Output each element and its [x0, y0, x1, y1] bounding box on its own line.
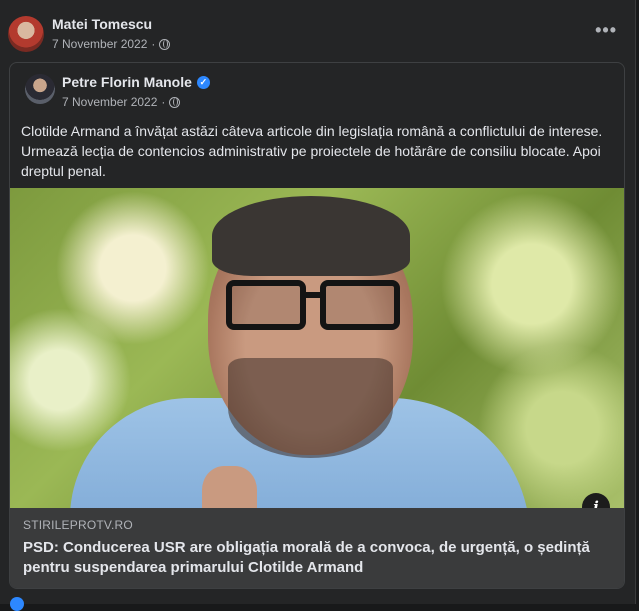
link-headline[interactable]: PSD: Conducerea USR are obligația morală…: [23, 538, 613, 578]
verified-badge-icon: ✓: [196, 75, 210, 89]
more-options-icon[interactable]: •••: [595, 20, 617, 41]
avatar[interactable]: [8, 16, 44, 52]
globe-icon: [159, 38, 171, 50]
shared-date[interactable]: 7 November 2022: [62, 95, 157, 109]
link-preview[interactable]: STIRILEPROTV.RO PSD: Conducerea USR are …: [10, 508, 624, 588]
shared-author: Petre Florin Manole ✓: [62, 74, 210, 90]
feed-post: Matei Tomescu 7 November 2022 · ••• Petr…: [0, 0, 636, 611]
link-preview-image[interactable]: i: [10, 188, 624, 508]
shared-author-avatar[interactable]: [25, 74, 55, 104]
info-icon[interactable]: i: [582, 493, 610, 508]
shared-meta: 7 November 2022 ·: [62, 95, 181, 109]
shared-author-name[interactable]: Petre Florin Manole: [62, 74, 192, 90]
post-date[interactable]: 7 November 2022: [52, 37, 147, 51]
globe-icon: [169, 96, 181, 108]
post-text: Clotilde Armand a învățat astăzi câteva …: [21, 123, 603, 179]
reaction-icon[interactable]: [10, 597, 24, 611]
post-meta: 7 November 2022 ·: [52, 37, 171, 51]
meta-separator: ·: [151, 37, 156, 51]
link-domain: STIRILEPROTV.RO: [23, 518, 133, 532]
post-author-name[interactable]: Matei Tomescu: [52, 16, 152, 32]
meta-separator: ·: [161, 95, 166, 109]
shared-post[interactable]: Petre Florin Manole ✓ 7 November 2022 · …: [9, 62, 625, 589]
